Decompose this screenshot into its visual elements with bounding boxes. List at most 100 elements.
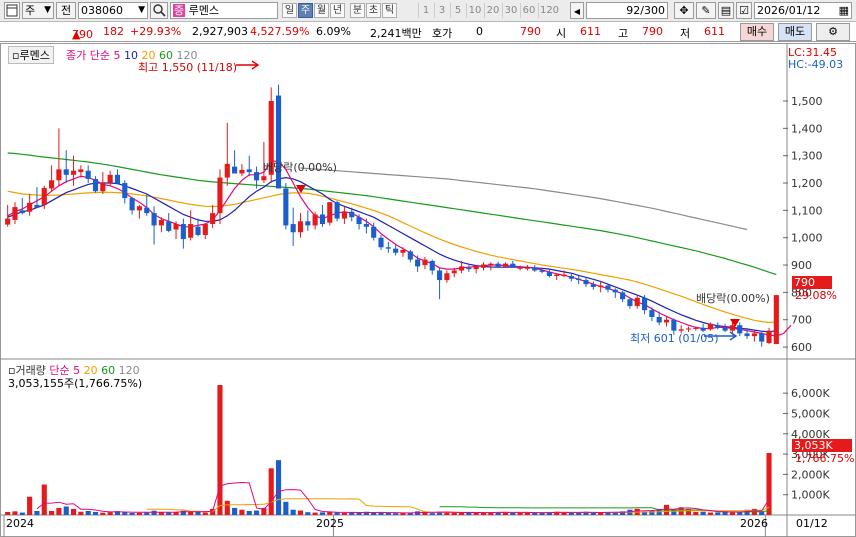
num-3-button[interactable]: 3 — [434, 3, 449, 18]
candle-body — [458, 266, 465, 271]
nav-left-button[interactable]: ◀ — [570, 2, 584, 19]
compare-button[interactable]: ▤ — [718, 2, 734, 19]
date-input[interactable]: 2026/01/12 ▦ — [754, 2, 852, 19]
interval-2-button[interactable]: 월 — [314, 3, 329, 18]
num-5-button[interactable]: 5 — [450, 3, 465, 18]
num-120-button[interactable]: 120 — [538, 3, 560, 18]
candle-body — [488, 263, 494, 266]
volume-bar — [729, 512, 735, 515]
interval-5-button[interactable]: 초 — [366, 3, 381, 18]
volume-bar — [92, 511, 99, 515]
candle-body — [576, 278, 582, 281]
high-value: 790 — [642, 25, 663, 38]
candle-body — [158, 219, 164, 226]
candle-body — [568, 275, 574, 279]
candle-body — [773, 295, 779, 345]
ma10-label: 10 — [123, 49, 138, 62]
volume-bar — [166, 512, 172, 515]
candle-body — [70, 170, 77, 175]
candle-body — [473, 266, 479, 270]
num-1-button[interactable]: 1 — [418, 3, 433, 18]
check-button[interactable]: ☑ — [736, 2, 752, 19]
checkbox-icon: ☑ — [739, 4, 749, 17]
candle-body — [122, 183, 128, 199]
low-label: 저 — [680, 27, 691, 40]
candle-body — [598, 285, 604, 287]
candle-body — [649, 310, 655, 317]
price-tick-label: 1,500 — [791, 95, 823, 108]
num-30-button[interactable]: 30 — [502, 3, 519, 18]
buy-button[interactable]: 매수 — [740, 23, 774, 41]
date-value: 2026/01/12 — [757, 4, 821, 17]
candle-body — [612, 289, 618, 293]
candle-body — [546, 271, 552, 276]
candle-body — [356, 217, 362, 225]
candle-body — [327, 202, 333, 223]
market-select[interactable]: 주 ▼ — [22, 2, 54, 19]
num-60-button[interactable]: 60 — [520, 3, 537, 18]
volume-bar — [385, 512, 391, 515]
volume-bar — [539, 512, 545, 515]
x-label-date: 01/12 — [796, 517, 828, 530]
window-menu[interactable] — [4, 2, 20, 19]
interval-4-button[interactable]: 분 — [350, 3, 365, 18]
x-label-2026: 2026 — [740, 517, 768, 530]
volume-bar — [393, 513, 399, 515]
candle-body — [480, 264, 487, 268]
stock-name[interactable]: 증 루멘스 — [170, 2, 278, 19]
volume-tick-label: 1,000K — [791, 489, 830, 502]
candle-body — [393, 248, 399, 253]
volume-bar — [671, 509, 677, 515]
volume-bar — [122, 512, 128, 515]
candle-body — [12, 207, 18, 220]
candle-body — [210, 213, 216, 225]
panel1-title: ▫루멘스 — [8, 46, 54, 64]
prev-button[interactable]: 전 — [56, 2, 76, 19]
code-input[interactable]: 038060 ▼ — [78, 2, 148, 19]
sell-button[interactable]: 매도 — [778, 23, 812, 41]
candle-body — [246, 169, 252, 173]
volume-bar — [195, 511, 201, 515]
candle-body — [114, 174, 121, 184]
ma5-label: 5 — [113, 49, 121, 62]
candle-body — [729, 325, 735, 331]
candle-body — [766, 330, 772, 343]
price-tick-label: 1,300 — [791, 150, 823, 163]
candle-body — [100, 183, 106, 192]
volume-bar — [85, 510, 91, 515]
volume: 2,927,903 — [192, 25, 248, 38]
search-button[interactable] — [150, 2, 168, 19]
count-input[interactable]: 92/300 — [586, 2, 668, 19]
volume-tick-label: 5,000K — [791, 407, 830, 420]
crosshair-icon: ✥ — [679, 4, 689, 17]
volume-bar — [63, 506, 69, 515]
candle-body — [627, 299, 633, 307]
interval-6-button[interactable]: 틱 — [382, 3, 397, 18]
candle-body — [524, 267, 530, 269]
candle-body — [429, 260, 435, 271]
volume-tick-label: 6,000K — [791, 387, 830, 400]
candle-body — [554, 274, 560, 276]
volume-bar — [107, 512, 113, 515]
candle-body — [319, 214, 326, 225]
candle-body — [751, 333, 757, 337]
interval-0-button[interactable]: 일 — [282, 3, 297, 18]
volume-bar — [612, 512, 618, 515]
zoom-button[interactable]: ✥ — [674, 2, 694, 19]
candle-body — [539, 270, 545, 272]
candle-body — [656, 316, 662, 323]
x-label-2025: 2025 — [316, 517, 344, 530]
volume-bar — [466, 512, 472, 515]
settings-button[interactable]: ⚙ — [816, 23, 850, 41]
candle-body — [707, 323, 714, 330]
volume-bar — [480, 512, 487, 515]
interval-1-button[interactable]: 주 — [298, 3, 313, 18]
interval-3-button[interactable]: 년 — [330, 3, 345, 18]
candle-body — [129, 198, 135, 211]
num-10-button[interactable]: 10 — [466, 3, 483, 18]
draw-button[interactable]: ✎ — [696, 2, 716, 19]
num-20-button[interactable]: 20 — [484, 3, 501, 18]
candle-body — [642, 297, 648, 311]
volume-tag: 3,053K — [792, 439, 852, 452]
window-icon — [6, 4, 18, 17]
